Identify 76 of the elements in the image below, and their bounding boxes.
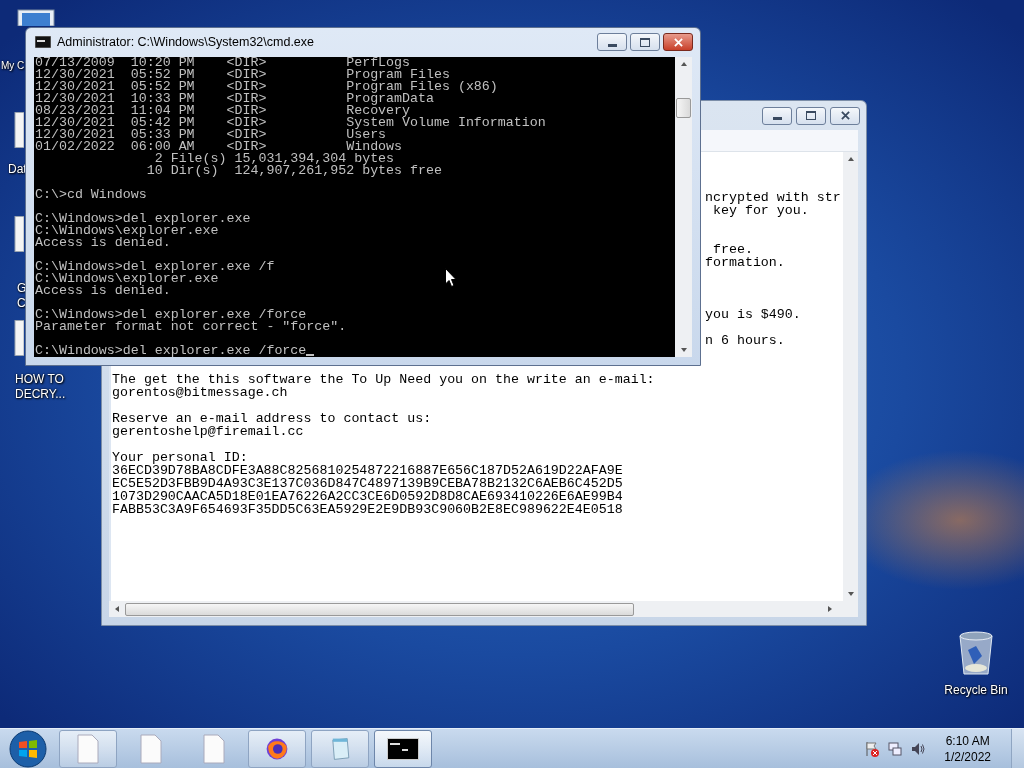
console-icon xyxy=(387,737,419,760)
text-line: EC5E52D3FBB9D4A93C3E137C036D847C4897139B9CEBA78B2132C6AEB6C452D5 xyxy=(112,476,623,491)
close-button[interactable] xyxy=(663,33,693,52)
text-line: formation. xyxy=(705,255,785,270)
text-cursor xyxy=(306,353,315,356)
console-output[interactable] xyxy=(34,56,675,357)
console-line: 12/30/2021 10:33 PM <DIR> ProgramData xyxy=(35,92,434,105)
horizontal-scrollbar[interactable] xyxy=(109,601,858,617)
maximize-button[interactable] xyxy=(796,106,826,125)
scroll-thumb[interactable] xyxy=(125,602,634,616)
document-icon xyxy=(202,733,226,764)
console-line: 12/30/2021 05:42 PM <DIR> System Volume Information xyxy=(35,116,546,129)
console-line: 07/13/2009 10:20 PM <DIR> PerfLogs xyxy=(35,56,411,69)
text-line: Your personal ID: xyxy=(112,450,248,465)
document-icon xyxy=(139,733,163,764)
text-line: ncrypted with str xyxy=(705,190,841,205)
computer-icon[interactable] xyxy=(14,8,58,26)
minimize-button[interactable] xyxy=(597,33,627,52)
scroll-thumb[interactable] xyxy=(676,97,691,118)
vertical-scrollbar[interactable] xyxy=(843,152,858,601)
document-icon xyxy=(76,733,100,764)
text-line: FABB53C3A9F654693F35DD5C63EA5929E2E9DB93C9060B2E8EC989622E4E0518 xyxy=(112,502,623,517)
console-line: 12/30/2021 05:33 PM <DIR> Users xyxy=(35,128,387,141)
console-line: 10 Dir(s) 124,907,261,952 bytes free xyxy=(145,164,442,177)
text-line: 36ECD39D78BA8CDFE3A88C8256810254872216887E656C187D52A619D22AFA9E xyxy=(112,463,623,478)
console-line: C:\Windows\explorer.exe xyxy=(35,224,219,237)
scroll-left-icon[interactable] xyxy=(113,605,121,613)
console-line: 2 File(s) 15,031,394,304 bytes xyxy=(154,152,395,165)
console-line: Parameter format not correct - "force". xyxy=(35,320,347,333)
console-line: C:\Windows>del explorer.exe /force xyxy=(35,344,307,357)
scroll-down-icon[interactable] xyxy=(679,346,688,354)
text-line: you is $490. xyxy=(705,307,801,322)
scroll-up-icon[interactable] xyxy=(846,155,855,163)
console-line: 01/02/2022 06:00 AM <DIR> Windows xyxy=(35,140,403,153)
text-line: 1073D290CAACA5D18E01EA76226A2CC3CE6D0592D8D8CAE693410226E6AE99B4 xyxy=(112,489,623,504)
text-line: gerentoshelp@firemail.cc xyxy=(112,424,304,439)
text-line: free. xyxy=(711,242,753,257)
console-line: 12/30/2021 05:52 PM <DIR> Program Files (x86) xyxy=(35,80,498,93)
close-button[interactable] xyxy=(830,106,860,125)
start-button[interactable] xyxy=(8,728,48,768)
vertical-scrollbar[interactable] xyxy=(675,56,692,357)
scroll-right-icon[interactable] xyxy=(826,605,834,613)
scroll-down-icon[interactable] xyxy=(846,590,855,598)
mouse-pointer-icon xyxy=(445,268,457,287)
window-title: Administrator: C:\Windows\System32\cmd.exe xyxy=(57,35,315,50)
flag-error-icon[interactable] xyxy=(864,740,881,757)
console-line: C:\Windows>del explorer.exe /force xyxy=(35,308,307,321)
console-line: C:\Windows>del explorer.exe xyxy=(35,212,251,225)
clock-date[interactable]: 1/2/2022 xyxy=(944,748,991,765)
text-line: Reserve an e-mail address to contact us: xyxy=(112,411,432,426)
desktop-icon-label[interactable]: My C xyxy=(1,58,25,73)
taskbar-button[interactable] xyxy=(374,729,432,768)
console-icon xyxy=(35,36,51,49)
text-line: gorentos@bitmessage.ch xyxy=(112,385,288,400)
console-line: Access is denied. xyxy=(35,284,171,297)
console-line: C:\>cd Windows xyxy=(35,188,147,201)
console-line: C:\Windows\explorer.exe xyxy=(35,272,219,285)
clock-time[interactable]: 6:10 AM xyxy=(945,732,990,749)
recycle-bin-icon[interactable] xyxy=(956,630,996,676)
text-line: The get the this software the To Up Need you on the write an e-mail: xyxy=(112,372,655,387)
maximize-button[interactable] xyxy=(630,33,660,52)
text-line: n 6 hours. xyxy=(705,333,785,348)
minimize-button[interactable] xyxy=(762,106,792,125)
text-line: key for you. xyxy=(712,203,809,218)
console-line: C:\Windows>del explorer.exe /f xyxy=(35,260,275,273)
network-icon[interactable] xyxy=(887,740,904,757)
desktop-icon-label[interactable]: Dat xyxy=(8,162,27,177)
desktop-icon-label[interactable]: HOW TO DECRY... xyxy=(15,372,66,402)
desktop-icon-label[interactable]: G C xyxy=(17,281,27,311)
close-icon xyxy=(840,111,850,120)
taskbar-button[interactable] xyxy=(248,729,306,768)
console-line: Access is denied. xyxy=(35,236,171,249)
console-line: 12/30/2021 05:52 PM <DIR> Program Files xyxy=(35,68,450,81)
close-icon xyxy=(673,37,683,47)
desktop-icon-label[interactable]: Recycle Bin xyxy=(944,683,1008,697)
console-line: 08/23/2021 11:04 PM <DIR> Recovery xyxy=(35,104,411,117)
